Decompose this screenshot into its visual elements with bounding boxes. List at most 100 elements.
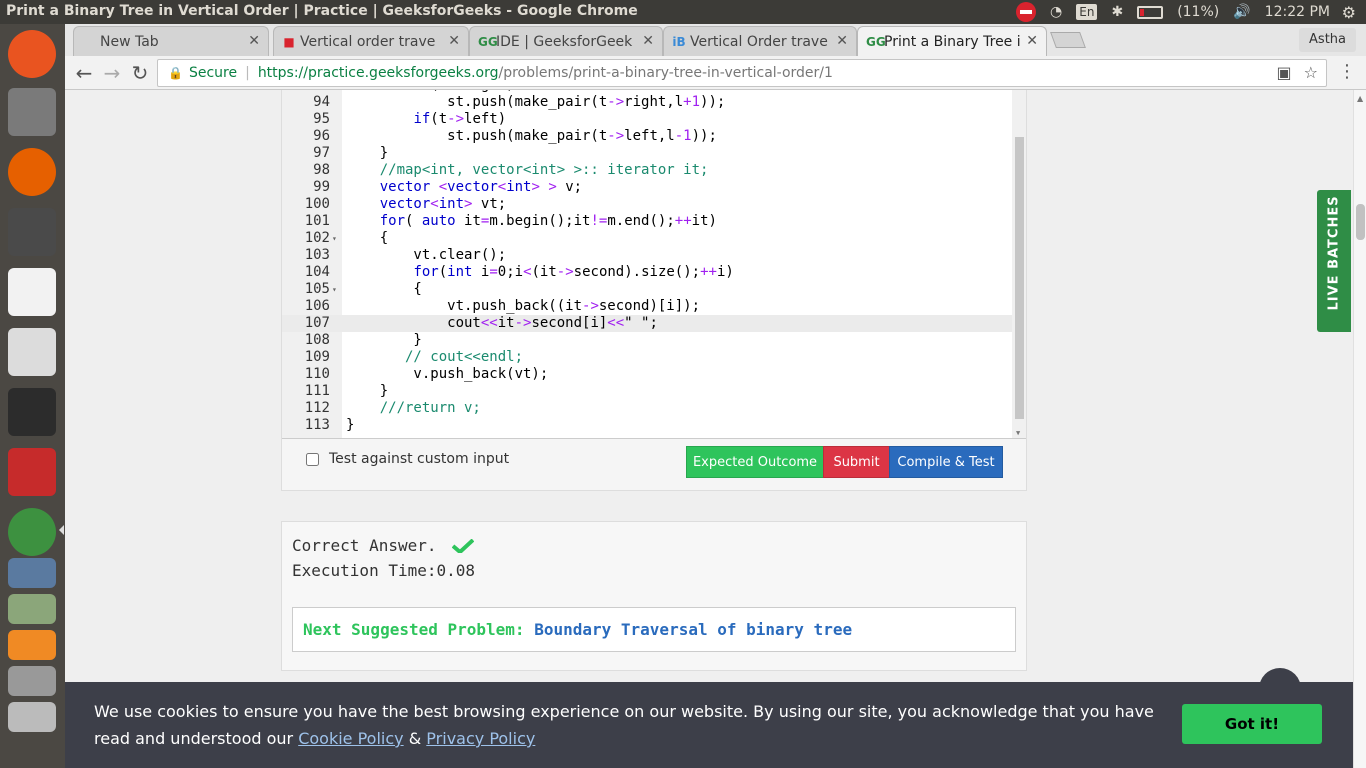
code-line[interactable]: 99 vector <vector<int> > v; xyxy=(282,179,1012,196)
code-line[interactable]: 97 } xyxy=(282,145,1012,162)
line-number: 113 xyxy=(304,417,330,433)
custom-input-checkbox[interactable] xyxy=(306,452,319,466)
url-path: /problems/print-a-binary-tree-in-vertica… xyxy=(498,65,833,81)
privacy-policy-link[interactable]: Privacy Policy xyxy=(426,729,535,748)
ubuntu-dash-icon[interactable] xyxy=(8,30,56,78)
tab-label: New Tab xyxy=(100,33,159,50)
code-text: st.push(make_pair(t->right,l+1)); xyxy=(346,94,726,110)
tab-print-binary-tree[interactable]: GG Print a Binary Tree i ✕ xyxy=(857,26,1047,56)
wifi-icon[interactable]: ◔ xyxy=(1050,4,1062,20)
address-bar[interactable]: 🔒 Secure | https://practice.geeksforgeek… xyxy=(157,59,1327,87)
code-line[interactable]: 111 } xyxy=(282,383,1012,400)
code-line[interactable]: 101 for( auto it=m.begin();it!=m.end();+… xyxy=(282,213,1012,230)
live-batches-tab[interactable]: LIVE BATCHES xyxy=(1317,190,1351,332)
line-number: 99 xyxy=(313,179,330,195)
code-line[interactable]: 95 if(t->left) xyxy=(282,111,1012,128)
editor-scrollbar[interactable]: ▼ xyxy=(1012,90,1026,438)
code-line[interactable]: 108 } xyxy=(282,332,1012,349)
page-scroll-thumb[interactable] xyxy=(1356,204,1365,240)
profile-button[interactable]: Astha xyxy=(1299,28,1356,52)
scroll-down-icon[interactable]: ▼ xyxy=(1016,429,1020,437)
editor-scroll-thumb[interactable] xyxy=(1015,137,1024,419)
close-icon[interactable]: ✕ xyxy=(248,33,260,49)
tab-strip: New Tab ✕ ■ Vertical order trave ✕ GG ID… xyxy=(65,24,1366,56)
code-line[interactable]: 113} xyxy=(282,417,1012,434)
battery-level: (11%) xyxy=(1177,4,1220,20)
keyboard-language[interactable]: En xyxy=(1076,4,1098,20)
code-text: v.push_back(vt); xyxy=(346,366,549,382)
new-tab-button[interactable] xyxy=(1050,32,1086,48)
reload-icon[interactable]: ↻ xyxy=(127,60,153,86)
files-icon[interactable] xyxy=(8,88,56,136)
trash-icon[interactable] xyxy=(8,702,56,732)
extension-icon[interactable]: ▣ xyxy=(1277,63,1292,82)
code-text: for( auto it=m.begin();it!=m.end();++it) xyxy=(379,213,717,229)
code-line[interactable]: 106 vt.push_back((it->second)[i]); xyxy=(282,298,1012,315)
close-icon[interactable]: ✕ xyxy=(1026,33,1038,49)
firefox-icon[interactable] xyxy=(8,148,56,196)
menu-icon[interactable]: ⋮ xyxy=(1338,61,1356,82)
sublime-text-icon[interactable] xyxy=(8,208,56,256)
back-icon[interactable]: ← xyxy=(71,60,97,86)
expected-outcome-button[interactable]: Expected Outcome xyxy=(686,446,824,478)
gear-icon[interactable]: ⚙ xyxy=(1342,3,1356,22)
code-text: vt.clear(); xyxy=(346,247,507,263)
code-text: cout<<it->second[i]<<" "; xyxy=(346,315,658,331)
forward-icon[interactable]: → xyxy=(99,60,125,86)
battery-icon[interactable] xyxy=(1137,5,1164,19)
tab-ide-gfg[interactable]: GG IDE | GeeksforGeek ✕ xyxy=(469,26,663,56)
code-line[interactable]: 102 ▾ { xyxy=(282,230,1012,247)
line-number: 108 xyxy=(304,332,330,348)
submit-button[interactable]: Submit xyxy=(823,446,890,478)
no-entry-icon[interactable] xyxy=(1016,2,1037,22)
printer-icon[interactable] xyxy=(8,666,56,696)
volume-icon[interactable]: 🔊 xyxy=(1233,4,1250,20)
line-number: 103 xyxy=(304,247,330,263)
code-line[interactable]: 104 for(int i=0;i<(it->second).size();++… xyxy=(282,264,1012,281)
code-line[interactable]: 109 // cout<<endl; xyxy=(282,349,1012,366)
fold-toggle-icon[interactable]: ▾ xyxy=(332,230,337,247)
cookie-message: We use cookies to ensure you have the be… xyxy=(94,698,1194,752)
pdf-reader-icon[interactable] xyxy=(8,268,56,316)
amazon-icon[interactable] xyxy=(8,630,56,660)
code-line[interactable]: 112 ///return v; xyxy=(282,400,1012,417)
software-center-icon[interactable] xyxy=(8,448,56,496)
got-it-button[interactable]: Got it! xyxy=(1182,704,1322,744)
code-line[interactable]: 105 ▾ { xyxy=(282,281,1012,298)
scroll-up-icon[interactable]: ▲ xyxy=(1357,94,1363,103)
code-line[interactable]: 110 v.push_back(vt); xyxy=(282,366,1012,383)
cookie-policy-link[interactable]: Cookie Policy xyxy=(298,729,403,748)
text-editor-icon[interactable] xyxy=(8,328,56,376)
next-suggested-problem: Next Suggested Problem: Boundary Travers… xyxy=(292,607,1016,652)
code-text: vt.push_back((it->second)[i]); xyxy=(346,298,701,314)
bluetooth-icon[interactable]: ✱ xyxy=(1111,4,1123,20)
code-editor[interactable]: 93 if(t->right)94 st.push(make_pair(t->r… xyxy=(282,90,1026,439)
close-icon[interactable]: ✕ xyxy=(642,33,654,49)
close-icon[interactable]: ✕ xyxy=(448,33,460,49)
spreadsheet-icon[interactable] xyxy=(8,594,56,624)
code-text: st.push(make_pair(t->left,l-1)); xyxy=(346,128,717,144)
code-line[interactable]: 96 st.push(make_pair(t->left,l-1)); xyxy=(282,128,1012,145)
bookmark-star-icon[interactable]: ☆ xyxy=(1304,63,1318,82)
tab-label: Vertical order trave xyxy=(300,33,436,50)
code-line[interactable]: 94 st.push(make_pair(t->right,l+1)); xyxy=(282,94,1012,111)
tab-vertical-order-2[interactable]: iB Vertical Order trave ✕ xyxy=(663,26,857,56)
page-scrollbar[interactable]: ▲ xyxy=(1353,90,1366,768)
next-problem-link[interactable]: Boundary Traversal of binary tree xyxy=(534,620,852,639)
compile-test-button[interactable]: Compile & Test xyxy=(889,446,1003,478)
code-line[interactable]: 107 cout<<it->second[i]<<" "; xyxy=(282,315,1012,332)
terminal-app-icon[interactable] xyxy=(8,558,56,588)
close-icon[interactable]: ✕ xyxy=(836,33,848,49)
tab-new-tab[interactable]: New Tab ✕ xyxy=(73,26,269,56)
code-text: if(t->left) xyxy=(413,111,507,127)
system-top-bar: Print a Binary Tree in Vertical Order | … xyxy=(0,0,1366,24)
tab-vertical-order-1[interactable]: ■ Vertical order trave ✕ xyxy=(273,26,469,56)
terminal-icon[interactable] xyxy=(8,388,56,436)
clock[interactable]: 12:22 PM xyxy=(1265,4,1330,20)
code-line[interactable]: 103 vt.clear(); xyxy=(282,247,1012,264)
chrome-icon[interactable] xyxy=(8,508,56,556)
fold-toggle-icon[interactable]: ▾ xyxy=(332,281,337,298)
check-icon xyxy=(452,539,475,553)
code-line[interactable]: 98 //map<int, vector<int> >:: iterator i… xyxy=(282,162,1012,179)
code-line[interactable]: 100 vector<int> vt; xyxy=(282,196,1012,213)
